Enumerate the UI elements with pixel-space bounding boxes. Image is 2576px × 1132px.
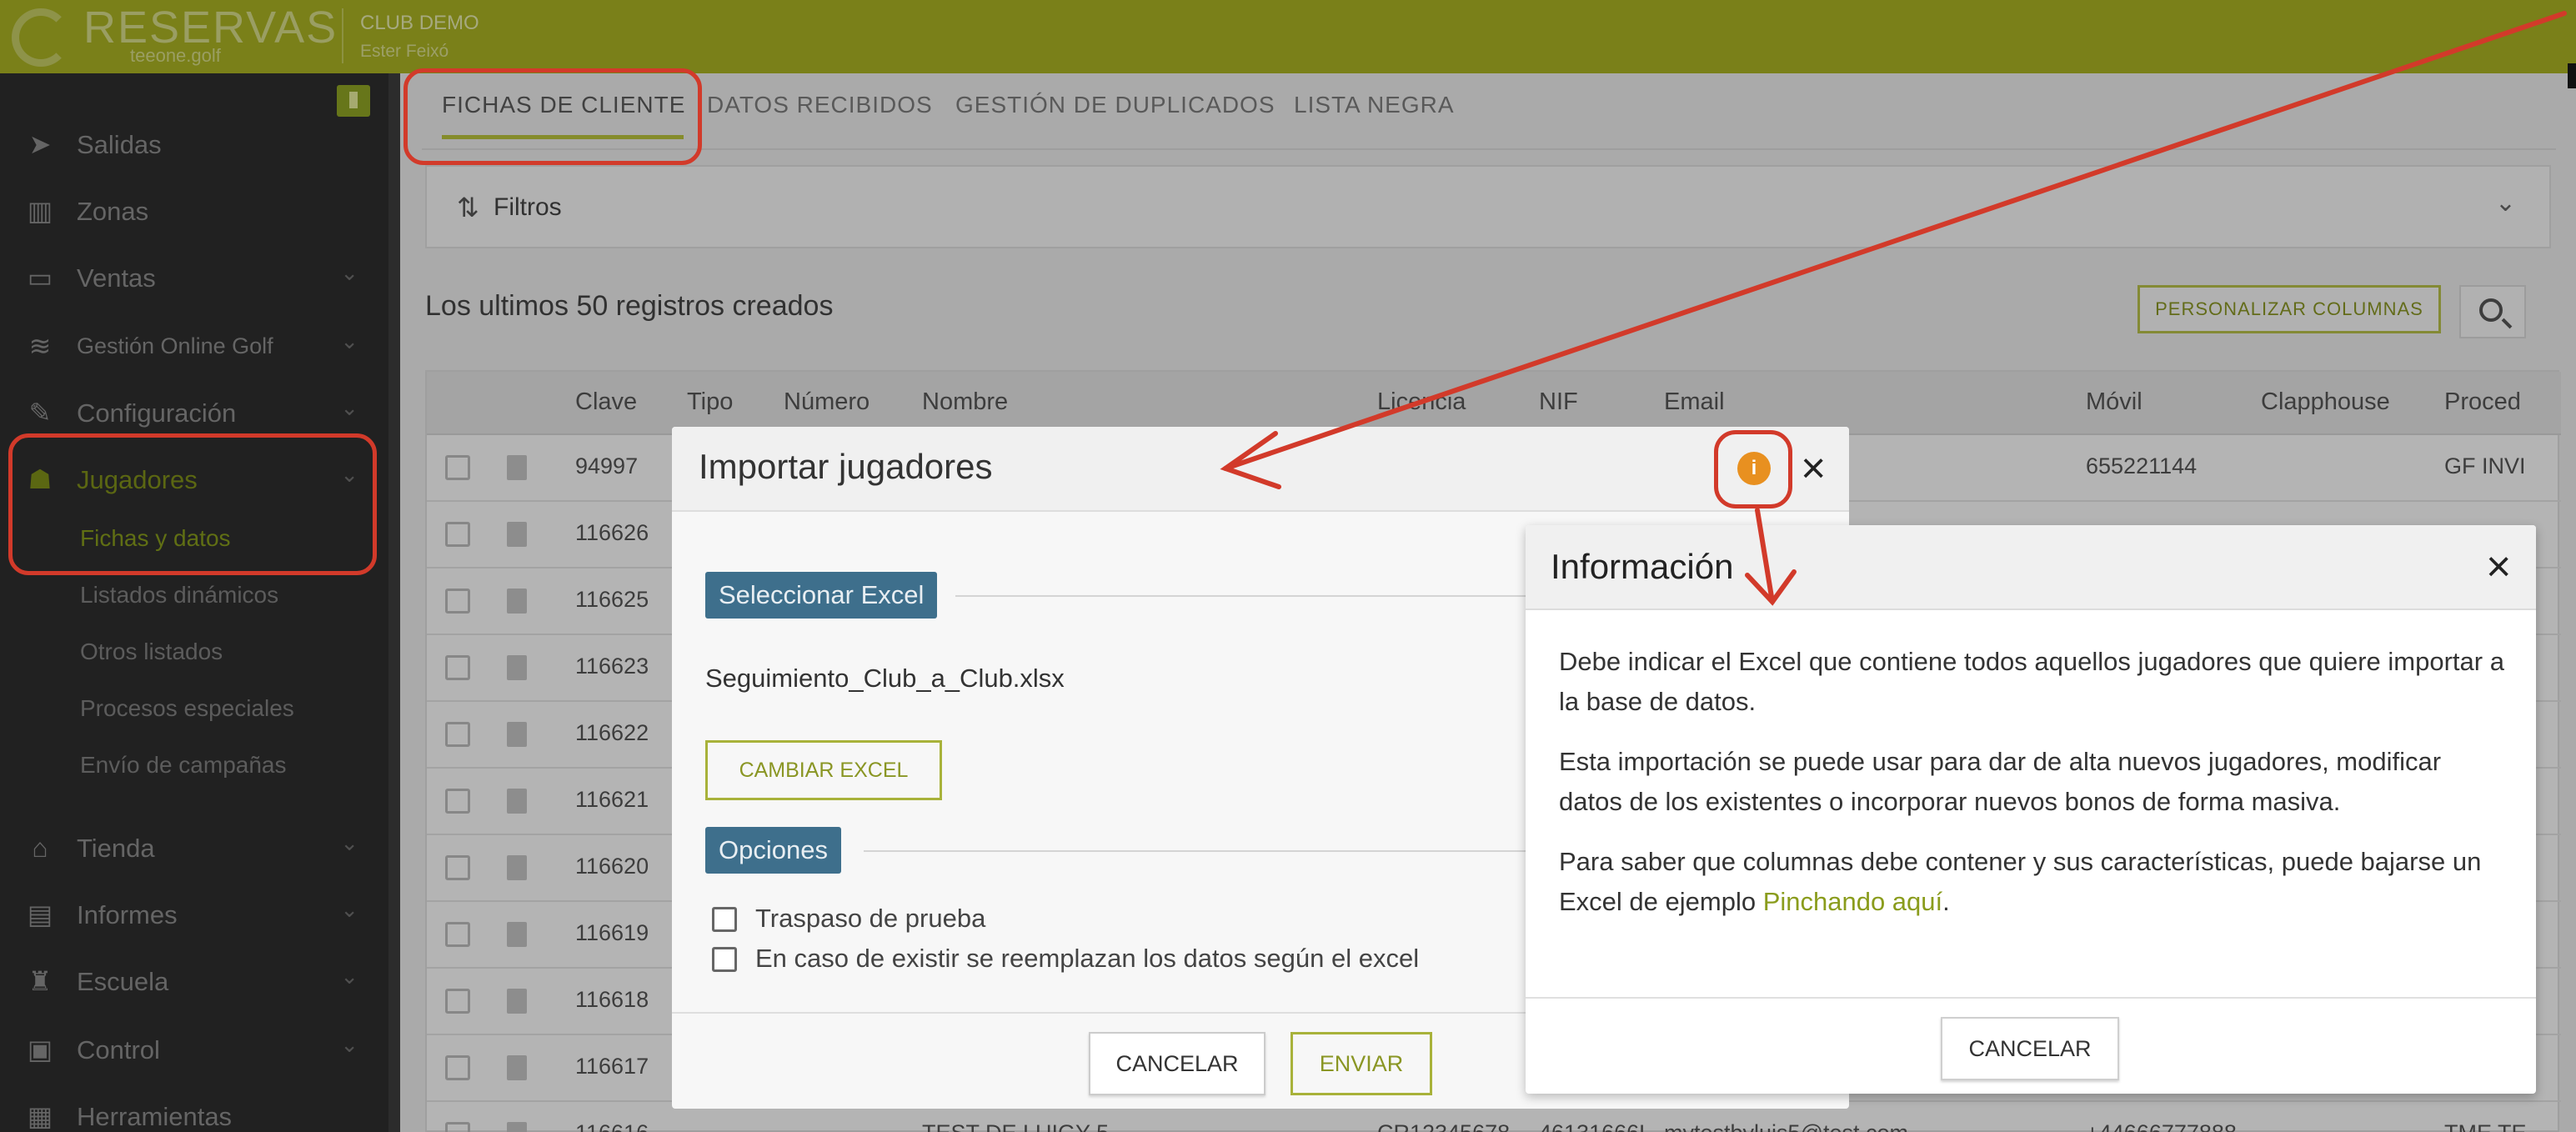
screen: { "header": {"logo_text": "RESERVAS", "l… [0,0,2576,1132]
mouse-cursor [2568,63,2576,88]
annotation-arrow-line [1223,11,2567,471]
annotation-arrows [1220,11,2567,606]
